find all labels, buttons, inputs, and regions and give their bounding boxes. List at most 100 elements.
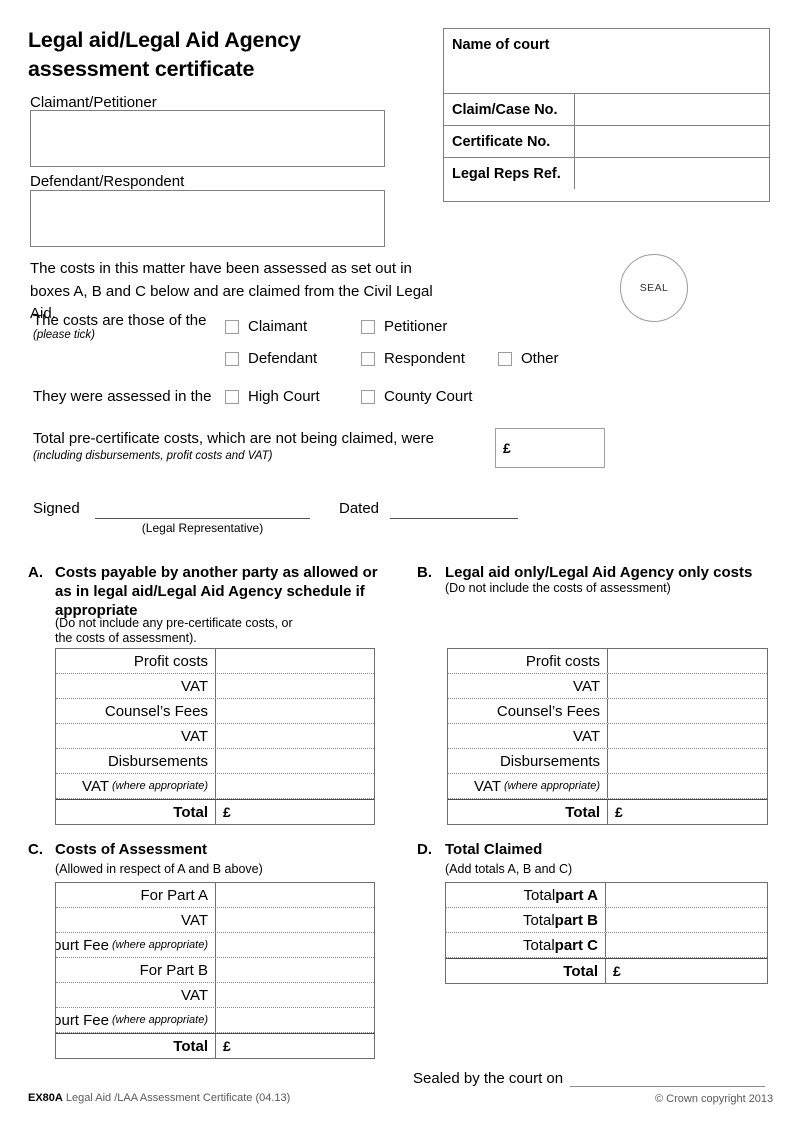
section-a-row-value-field[interactable]	[216, 649, 374, 673]
section-a-row-label: Profit costs	[56, 649, 216, 673]
section-b-row-value-field[interactable]	[608, 724, 767, 748]
section-a-row-label: VAT	[56, 674, 216, 698]
section-c-row-label: For Part A	[56, 883, 216, 907]
pre-certificate-amount-field[interactable]: £	[495, 428, 605, 468]
table-row: Total part A	[446, 883, 767, 908]
checkbox-defendant[interactable]	[225, 351, 239, 366]
section-d-row-label: Total part B	[446, 908, 606, 932]
claimant-field[interactable]	[30, 110, 385, 167]
table-total-row: Total £	[448, 799, 767, 824]
table-row: VAT (where appropriate)	[56, 774, 374, 799]
certificate-no-field[interactable]	[575, 126, 769, 157]
section-c-row-value-field[interactable]	[216, 883, 374, 907]
footer-copyright: © Crown copyright 2013	[655, 1093, 774, 1105]
table-total-row: Total £	[56, 799, 374, 824]
assessment-statement-line1: The costs in this matter have been asses…	[30, 260, 412, 277]
section-d-row-value-field[interactable]	[606, 883, 767, 907]
section-c-row-value-field[interactable]	[216, 908, 374, 932]
assessed-in-options: High Court County Court	[225, 388, 472, 405]
checkbox-item-other[interactable]: Other	[498, 350, 559, 367]
section-a-row-value-field[interactable]	[216, 774, 374, 798]
section-d-total-field[interactable]: £	[606, 959, 767, 983]
claim-case-no-label: Claim/Case No.	[444, 94, 575, 125]
section-b-row-value-field[interactable]	[608, 749, 767, 773]
pre-certificate-label: Total pre-certificate costs, which are n…	[33, 430, 483, 463]
checkbox-respondent[interactable]	[361, 351, 375, 366]
section-a-total-field[interactable]: £	[216, 800, 374, 824]
section-c-row-value-field[interactable]	[216, 933, 374, 957]
costs-of-label-text: The costs are those of the	[33, 312, 207, 329]
section-b-row-value-field[interactable]	[608, 649, 767, 673]
table-row: For Part A	[56, 883, 374, 908]
table-row: Court Fee(where appropriate)	[56, 933, 374, 958]
section-a-row-value-field[interactable]	[216, 724, 374, 748]
signed-label: Signed	[33, 500, 80, 517]
section-c-row-value-field[interactable]	[216, 958, 374, 982]
footer-form-code: EX80A	[28, 1092, 63, 1104]
page-title-line1: Legal aid/Legal Aid Agency	[28, 28, 301, 52]
name-of-court-label: Name of court	[452, 37, 550, 53]
section-a-row-value-field[interactable]	[216, 674, 374, 698]
section-c-row-value-field[interactable]	[216, 983, 374, 1007]
claim-case-no-field[interactable]	[575, 94, 769, 125]
table-row: VAT (where appropriate)	[448, 774, 767, 799]
section-c-note: (Allowed in respect of A and B above)	[55, 862, 263, 876]
section-d-row-value-field[interactable]	[606, 908, 767, 932]
section-a-row-label: Counsel’s Fees	[56, 699, 216, 723]
costs-of-row-1: Claimant Petitioner	[225, 318, 447, 335]
section-b-total-field[interactable]: £	[608, 800, 767, 824]
table-row: Legal Reps Ref.	[444, 157, 769, 189]
section-c-total-field[interactable]: £	[216, 1034, 374, 1058]
table-total-row: Total £	[446, 958, 767, 983]
section-b-row-value-field[interactable]	[608, 699, 767, 723]
section-b-row-value-field[interactable]	[608, 674, 767, 698]
section-a-row-label: Disbursements	[56, 749, 216, 773]
table-row: For Part B	[56, 958, 374, 983]
pre-certificate-text: Total pre-certificate costs, which are n…	[33, 430, 435, 447]
legal-representative-caption: (Legal Representative)	[141, 521, 264, 535]
signature-input[interactable]	[95, 518, 310, 520]
checkbox-petitioner[interactable]	[361, 319, 375, 334]
table-row: Profit costs	[56, 649, 374, 674]
table-row: Disbursements	[448, 749, 767, 774]
defendant-field[interactable]	[30, 190, 385, 247]
checkbox-county-court[interactable]	[361, 389, 375, 404]
checkbox-label-respondent: Respondent	[384, 350, 465, 367]
checkbox-high-court[interactable]	[225, 389, 239, 404]
checkbox-item-petitioner[interactable]: Petitioner	[361, 318, 447, 335]
checkbox-item-high-court[interactable]: High Court	[225, 388, 361, 405]
section-a-row-value-field[interactable]	[216, 749, 374, 773]
table-row: Disbursements	[56, 749, 374, 774]
dated-input[interactable]	[390, 518, 518, 520]
section-b-row-label: VAT	[448, 674, 608, 698]
checkbox-claimant[interactable]	[225, 319, 239, 334]
footer-form-reference: EX80A Legal Aid /LAA Assessment Certific…	[28, 1092, 290, 1104]
legal-reps-ref-field[interactable]	[575, 158, 769, 189]
table-row: Profit costs	[448, 649, 767, 674]
currency-symbol: £	[503, 440, 511, 456]
checkbox-item-county-court[interactable]: County Court	[361, 388, 472, 405]
section-b-row-value-field[interactable]	[608, 774, 767, 798]
table-row: VAT	[56, 908, 374, 933]
table-row: Counsel’s Fees	[56, 699, 374, 724]
footer-form-description: Legal Aid /LAA Assessment Certificate (0…	[62, 1092, 291, 1104]
certificate-no-label: Certificate No.	[444, 126, 575, 157]
seal-label: SEAL	[639, 282, 669, 294]
checkbox-label-county-court: County Court	[384, 388, 473, 405]
table-row: Total part C	[446, 933, 767, 958]
checkbox-item-claimant[interactable]: Claimant	[225, 318, 361, 335]
checkbox-label-petitioner: Petitioner	[384, 318, 448, 335]
checkbox-item-respondent[interactable]: Respondent	[361, 350, 498, 367]
section-d-row-value-field[interactable]	[606, 933, 767, 957]
checkbox-item-defendant[interactable]: Defendant	[225, 350, 361, 367]
dated-label: Dated	[339, 500, 380, 517]
section-b-note-line1: (Do not include the costs of assessment)	[445, 581, 671, 595]
section-a-table: Profit costs VAT Counsel’s Fees VAT Disburse…	[55, 648, 375, 825]
checkbox-label-defendant: Defendant	[248, 350, 318, 367]
section-a-row-value-field[interactable]	[216, 699, 374, 723]
section-d-table: Total part A Total part B Total part C Tota…	[445, 882, 768, 984]
page-title-line2: assessment certificate	[28, 57, 255, 82]
checkbox-other[interactable]	[498, 351, 512, 366]
section-c-row-value-field[interactable]	[216, 1008, 374, 1032]
sealed-by-court-input[interactable]	[570, 1086, 765, 1088]
